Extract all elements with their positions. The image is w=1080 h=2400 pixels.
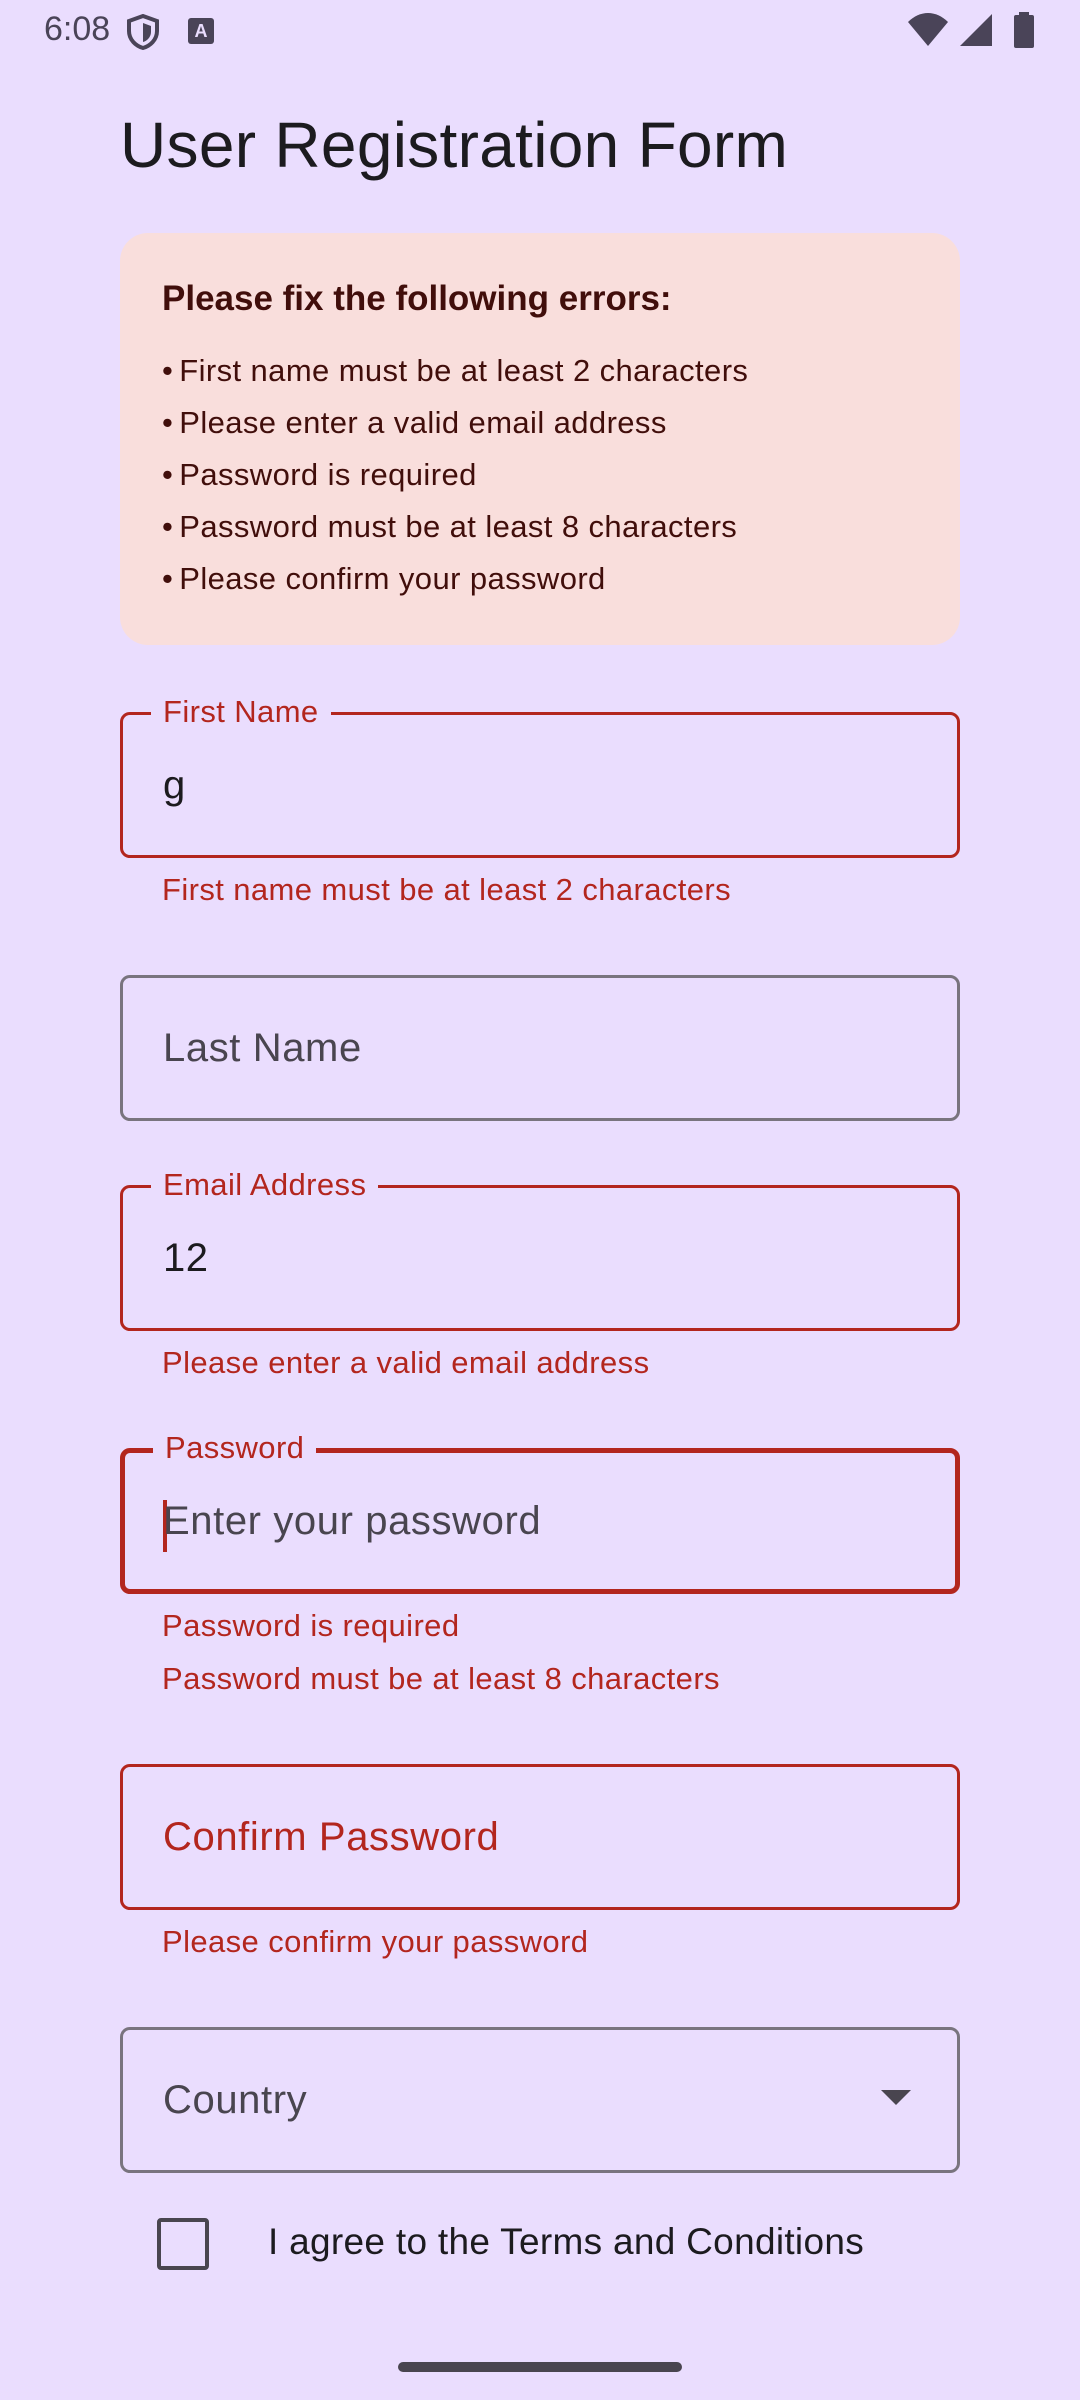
status-right-icons — [907, 12, 1036, 48]
signal-icon — [959, 14, 992, 46]
error-summary-item: • Password is required — [162, 456, 477, 492]
last-name-placeholder: Last Name — [163, 1025, 362, 1070]
confirm-password-placeholder: Confirm Password — [163, 1814, 500, 1859]
error-summary-heading: Please fix the following errors: — [162, 279, 672, 318]
wifi-icon — [908, 13, 949, 46]
country-dropdown[interactable]: Country — [120, 2027, 960, 2173]
confirm-password-field[interactable]: Confirm Password — [120, 1764, 960, 1910]
email-value: 12 — [163, 1235, 209, 1280]
country-placeholder: Country — [163, 2077, 308, 2122]
battery-icon — [1014, 12, 1034, 48]
status-time: 6:08 — [44, 10, 111, 48]
terms-label[interactable]: I agree to the Terms and Conditions — [268, 2221, 864, 2263]
font-a-icon: A — [188, 18, 214, 44]
first-name-value: g — [163, 762, 186, 807]
error-summary-item: • Please confirm your password — [162, 560, 606, 596]
error-summary-item: • First name must be at least 2 character… — [162, 352, 749, 388]
password-field[interactable]: Password Enter your password — [120, 1431, 960, 1594]
error-summary-item: • Please enter a valid email address — [162, 404, 667, 440]
first-name-field[interactable]: First Name g — [120, 695, 960, 858]
password-placeholder: Enter your password — [163, 1498, 542, 1543]
shield-icon — [126, 13, 160, 51]
home-indicator[interactable] — [398, 2362, 682, 2372]
status-bar: 6:08 A — [0, 0, 1080, 62]
password-error-length: Password must be at least 8 characters — [162, 1661, 720, 1696]
error-summary-list: • First name must be at least 2 character… — [162, 345, 918, 605]
terms-checkbox[interactable] — [157, 2218, 209, 2270]
email-error: Please enter a valid email address — [162, 1345, 650, 1380]
password-error-required: Password is required — [162, 1608, 460, 1643]
confirm-password-error: Please confirm your password — [162, 1924, 589, 1959]
first-name-error: First name must be at least 2 characters — [162, 872, 732, 907]
email-field[interactable]: Email Address 12 — [120, 1168, 960, 1331]
last-name-field[interactable]: Last Name — [120, 975, 960, 1121]
error-summary-card: Please fix the following errors: • First … — [120, 233, 960, 645]
error-summary-item: • Password must be at least 8 characters — [162, 508, 738, 544]
dropdown-arrow-icon[interactable] — [881, 2090, 911, 2105]
page-title: User Registration Form — [120, 109, 789, 181]
